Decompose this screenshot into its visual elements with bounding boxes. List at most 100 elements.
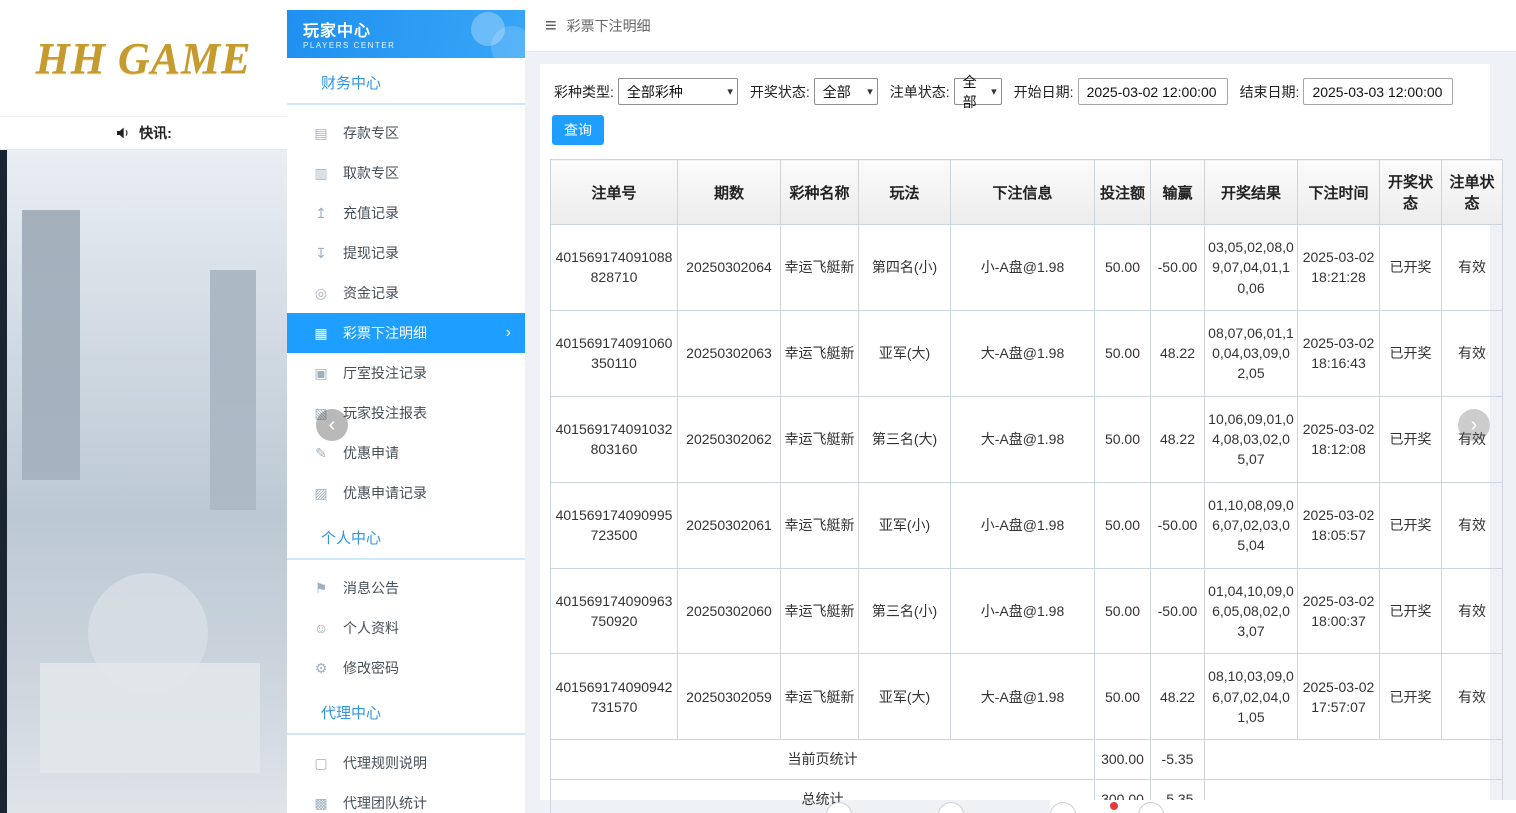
sidebar-item-deposit-zone[interactable]: ▤ 存款专区 [287, 113, 525, 153]
table-cell: 亚军(大) [859, 654, 951, 740]
table-cell: 已开奖 [1380, 482, 1442, 568]
profile-icon: ☺ [311, 620, 331, 636]
draw-status-value: 全部 [823, 82, 851, 102]
table-cell: 第四名(小) [859, 225, 951, 311]
sidebar-item-label: 优惠申请 [343, 443, 399, 463]
sidebar-header: 玩家中心 PLAYERS CENTER [287, 10, 525, 58]
table-cell: 第三名(小) [859, 568, 951, 654]
section-title-agent: 代理中心 [287, 702, 525, 735]
column-header: 注单号 [551, 160, 678, 225]
table-cell: 小-A盘@1.98 [951, 225, 1095, 311]
table-row: 40156917409094273157020250302059幸运飞艇新亚军(… [551, 654, 1503, 740]
carousel-prev-button[interactable]: ‹ [316, 409, 348, 441]
table-cell: -50.00 [1151, 568, 1205, 654]
table-cell: 亚军(小) [859, 482, 951, 568]
personal-menu: ⚑ 消息公告 ☺ 个人资料 ⚙ 修改密码 [287, 560, 525, 688]
news-label: 快讯: [139, 123, 172, 143]
footer-strip [1050, 800, 1516, 813]
lottery-type-value: 全部彩种 [627, 82, 683, 102]
agent-menu: ▢ 代理规则说明 ▩ 代理团队统计 [287, 735, 525, 813]
table-cell: 401569174091032803160 [551, 396, 678, 482]
table-cell: 大-A盘@1.98 [951, 654, 1095, 740]
table-cell: 20250302061 [678, 482, 781, 568]
left-panel: HH GAME 快讯: [0, 0, 287, 813]
table-cell: 亚军(大) [859, 310, 951, 396]
sidebar-item-promo-apply[interactable]: ✎ 优惠申请 [287, 433, 525, 473]
sidebar-item-withdraw-records[interactable]: ↧ 提现记录 [287, 233, 525, 273]
table-cell: 2025-03-02 18:12:08 [1298, 396, 1380, 482]
column-header: 玩法 [859, 160, 951, 225]
sidebar-item-hall-bet-records[interactable]: ▣ 厅室投注记录 [287, 353, 525, 393]
sidebar-item-messages[interactable]: ⚑ 消息公告 [287, 568, 525, 608]
query-button[interactable]: 查询 [552, 115, 604, 145]
table-cell: 01,10,08,09,06,07,02,03,05,04 [1205, 482, 1298, 568]
table-cell: 20250302059 [678, 654, 781, 740]
carousel-next-button[interactable]: › [1458, 409, 1490, 441]
table-cell: 幸运飞艇新 [781, 482, 859, 568]
brand-logo: HH GAME [35, 33, 251, 84]
section-title-finance: 财务中心 [287, 72, 525, 105]
sidebar-item-funds-records[interactable]: ◎ 资金记录 [287, 273, 525, 313]
news-ticker-bar: 快讯: [0, 116, 287, 150]
column-header: 开奖结果 [1205, 160, 1298, 225]
lottery-type-label: 彩种类型: [554, 82, 614, 102]
bet-table: 注单号期数彩种名称玩法下注信息投注额输赢开奖结果下注时间开奖状态注单状态 4015… [550, 159, 1503, 813]
order-status-select[interactable]: 全部 ▾ [954, 78, 1002, 105]
finance-menu: ▤ 存款专区 ▥ 取款专区 ↥ 充值记录 ↧ 提现记录 ◎ 资金记录 ▦ 彩票下… [287, 105, 525, 513]
sidebar-item-agent-team-stats[interactable]: ▩ 代理团队统计 [287, 783, 525, 813]
withdraw-icon: ▥ [311, 165, 331, 182]
sidebar-item-change-password[interactable]: ⚙ 修改密码 [287, 648, 525, 688]
table-cell: -50.00 [1151, 225, 1205, 311]
building-shape [210, 270, 256, 510]
order-status-value: 全部 [963, 72, 985, 112]
page: HH GAME 快讯: 玩家中心 PLAYERS CENTER 财务中心 ▤ [0, 0, 1516, 813]
table-cell: 08,10,03,09,06,07,02,04,01,05 [1205, 654, 1298, 740]
draw-status-select[interactable]: 全部 ▾ [814, 78, 878, 105]
sidebar-item-label: 彩票下注明细 [343, 323, 427, 343]
table-cell: 小-A盘@1.98 [951, 568, 1095, 654]
photo-dark-edge [0, 150, 7, 813]
table-cell: 第三名(大) [859, 396, 951, 482]
table-cell: 2025-03-02 18:16:43 [1298, 310, 1380, 396]
content: 彩种类型: 全部彩种 ▾ 开奖状态: 全部 ▾ 注单状态: 全部 ▾ [525, 52, 1516, 813]
withdraw-record-icon: ↧ [311, 245, 331, 262]
table-row: 40156917409103280316020250302062幸运飞艇新第三名… [551, 396, 1503, 482]
column-header: 输赢 [1151, 160, 1205, 225]
sidebar-item-label: 厅室投注记录 [343, 363, 427, 383]
table-cell: 小-A盘@1.98 [951, 482, 1095, 568]
sidebar-item-withdraw-zone[interactable]: ▥ 取款专区 [287, 153, 525, 193]
promo-apply-icon: ✎ [311, 445, 331, 462]
sidebar-item-agent-rules[interactable]: ▢ 代理规则说明 [287, 743, 525, 783]
lottery-detail-icon: ▦ [311, 325, 331, 342]
sidebar-item-label: 取款专区 [343, 163, 399, 183]
building-shape [22, 210, 80, 480]
menu-toggle-icon[interactable]: ≡ [545, 16, 557, 36]
table-cell: 大-A盘@1.98 [951, 310, 1095, 396]
column-header: 下注时间 [1298, 160, 1380, 225]
sidebar-item-recharge-records[interactable]: ↥ 充值记录 [287, 193, 525, 233]
sidebar-item-lottery-bet-details[interactable]: ▦ 彩票下注明细 › [287, 313, 525, 353]
table-cell: 20250302063 [678, 310, 781, 396]
sidebar-item-label: 优惠申请记录 [343, 483, 427, 503]
topbar: ≡ 彩票下注明细 [525, 0, 1516, 52]
summary-win-loss: -5.35 [1151, 740, 1205, 779]
sidebar-item-promo-apply-records[interactable]: ▨ 优惠申请记录 [287, 473, 525, 513]
table-header-row: 注单号期数彩种名称玩法下注信息投注额输赢开奖结果下注时间开奖状态注单状态 [551, 160, 1503, 225]
column-header: 注单状态 [1442, 160, 1503, 225]
funds-icon: ◎ [311, 285, 331, 302]
end-date-input[interactable] [1303, 78, 1453, 105]
table-cell: 50.00 [1095, 225, 1151, 311]
dropdown-caret-icon: ▾ [727, 85, 733, 98]
column-header: 投注额 [1095, 160, 1151, 225]
table-cell: 401569174090963750920 [551, 568, 678, 654]
table-cell: 50.00 [1095, 396, 1151, 482]
sidebar-item-label: 存款专区 [343, 123, 399, 143]
start-date-label: 开始日期: [1014, 82, 1074, 102]
lottery-type-select[interactable]: 全部彩种 ▾ [618, 78, 738, 105]
start-date-input[interactable] [1078, 78, 1228, 105]
table-cell: 幸运飞艇新 [781, 310, 859, 396]
table-cell: -50.00 [1151, 482, 1205, 568]
table-cell: 已开奖 [1380, 396, 1442, 482]
sidebar-item-profile[interactable]: ☺ 个人资料 [287, 608, 525, 648]
table-row: 40156917409096375092020250302060幸运飞艇新第三名… [551, 568, 1503, 654]
